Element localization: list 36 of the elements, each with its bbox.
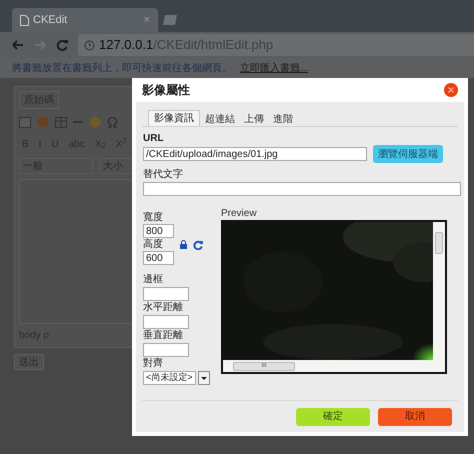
ok-button[interactable]: 確定 [296,408,370,426]
table-icon[interactable] [55,116,67,128]
horizontal-space-label: 水平距離 [143,302,184,314]
omega-icon[interactable] [107,116,118,128]
reset-icon[interactable] [193,240,203,250]
width-field[interactable]: 800 [143,224,174,238]
new-tab-icon[interactable] [162,14,178,26]
tab-close[interactable]: × [144,12,150,28]
vertical-scrollbar[interactable] [433,222,445,360]
url-field[interactable]: /CKEdit/upload/images/01.jpg [143,147,367,161]
dialog-tab[interactable]: 影像資訊 [148,110,200,126]
bookmark-hint: 將書籤放置在書籤列上，即可快速前往各個網頁。 [12,62,232,76]
page-icon [20,14,29,26]
tab-title: CKEdit [33,12,68,28]
border-field[interactable] [143,287,189,301]
align-select[interactable]: <尚未設定> [143,371,196,385]
vertical-space-field[interactable] [143,343,189,357]
reload-icon[interactable] [56,39,68,51]
cancel-button[interactable]: 取消 [378,408,452,426]
dialog-title: 影像屬性 [142,82,190,99]
vertical-space-label: 垂直距離 [143,330,184,342]
lock-icon[interactable] [180,240,187,249]
preview-label: Preview [221,208,258,220]
height-label: 高度 [143,239,164,251]
browser-tab[interactable]: CKEdit × [12,8,158,32]
height-field[interactable]: 600 [143,251,174,265]
close-icon[interactable] [444,83,458,97]
back-icon[interactable] [12,40,24,50]
browse-server-button[interactable]: 瀏覽伺服器端 [373,145,443,163]
horizontal-space-field[interactable] [143,315,189,329]
border-label: 邊框 [143,274,164,286]
url-label: URL [143,133,165,145]
align-label: 對齊 [143,358,164,370]
alt-text-field[interactable] [143,182,461,196]
width-label: 寬度 [143,212,164,224]
import-bookmarks-link[interactable]: 立即匯入書籤... [240,60,308,76]
